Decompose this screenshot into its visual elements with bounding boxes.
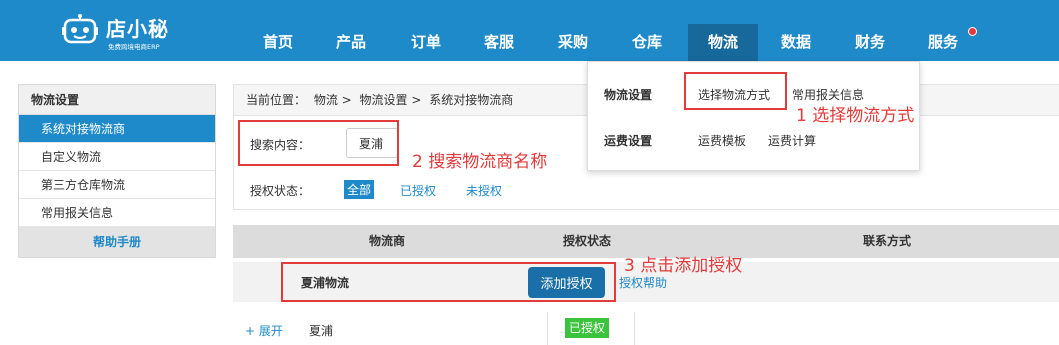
breadcrumb-item-current: 系统对接物流商: [429, 93, 514, 107]
top-navigation-bar: 店小秘 免费跨境电商ERP 首页 产品 订单 客服 采购 仓库 物流 数据 财务…: [0, 0, 1059, 61]
notification-dot: [968, 27, 977, 36]
auth-filter-authorized[interactable]: 已授权: [400, 182, 436, 199]
status-badge: 已授权: [565, 318, 610, 338]
nav-orders[interactable]: 订单: [391, 24, 461, 61]
nav-logistics[interactable]: 物流: [688, 24, 758, 61]
breadcrumb-prefix: 当前位置：: [246, 93, 307, 107]
column-header-contact: 联系方式: [863, 234, 912, 248]
auth-filter-unauthorized[interactable]: 未授权: [466, 182, 502, 199]
brand-tagline: 免费跨境电商ERP: [108, 43, 160, 51]
authorization-help-link[interactable]: 授权帮助: [619, 274, 667, 291]
sidebar-item-third-party-warehouse[interactable]: 第三方仓库物流: [19, 171, 215, 199]
nav-finance[interactable]: 财务: [835, 24, 905, 61]
nav-data[interactable]: 数据: [761, 24, 831, 61]
breadcrumb-item-logistics[interactable]: 物流 >: [314, 93, 352, 107]
annotation-step-1: 1 选择物流方式: [796, 106, 915, 126]
table-row: + 展开 夏浦 已授权: [233, 312, 1059, 345]
account-name: 夏浦: [309, 324, 334, 338]
dropdown-group-freight-settings: 运费设置: [604, 134, 653, 148]
column-header-carrier: 物流商: [369, 234, 406, 248]
status-cell: 已授权: [547, 312, 635, 345]
annotation-box-shipping-method: [684, 72, 787, 110]
sidebar-item-customs-info[interactable]: 常用报关信息: [19, 199, 215, 227]
nav-purchasing[interactable]: 采购: [538, 24, 608, 61]
expand-link[interactable]: + 展开: [245, 322, 283, 339]
annotation-step-2: 2 搜索物流商名称: [412, 152, 548, 172]
breadcrumb-item-logistics-settings[interactable]: 物流设置 >: [360, 93, 422, 107]
dropdown-group-logistics-settings: 物流设置: [604, 88, 653, 102]
annotation-step-3: 3 点击添加授权: [624, 256, 743, 276]
annotation-box-search: [238, 120, 399, 166]
sidebar-title: 物流设置: [19, 85, 215, 115]
auth-filter-all[interactable]: 全部: [344, 180, 375, 199]
annotation-box-add-auth: [281, 262, 616, 302]
nav-products[interactable]: 产品: [316, 24, 386, 61]
column-header-auth-status: 授权状态: [563, 234, 612, 248]
sidebar-item-custom-logistics[interactable]: 自定义物流: [19, 143, 215, 171]
menu-item-freight-calculator[interactable]: 运费计算: [768, 132, 816, 149]
nav-home[interactable]: 首页: [243, 24, 313, 61]
nav-customer-service[interactable]: 客服: [464, 24, 534, 61]
brand-logo[interactable]: 店小秘 免费跨境电商ERP: [62, 12, 212, 52]
robot-logo-icon: [62, 14, 98, 44]
nav-warehouse[interactable]: 仓库: [612, 24, 682, 61]
menu-item-freight-template[interactable]: 运费模板: [698, 132, 746, 149]
help-manual-link[interactable]: 帮助手册: [19, 227, 215, 257]
sidebar-item-system-carriers[interactable]: 系统对接物流商: [19, 115, 215, 143]
auth-status-label: 授权状态：: [250, 184, 311, 198]
sidebar: 物流设置 系统对接物流商 自定义物流 第三方仓库物流 常用报关信息 帮助手册: [18, 84, 216, 258]
brand-name: 店小秘: [106, 17, 169, 41]
